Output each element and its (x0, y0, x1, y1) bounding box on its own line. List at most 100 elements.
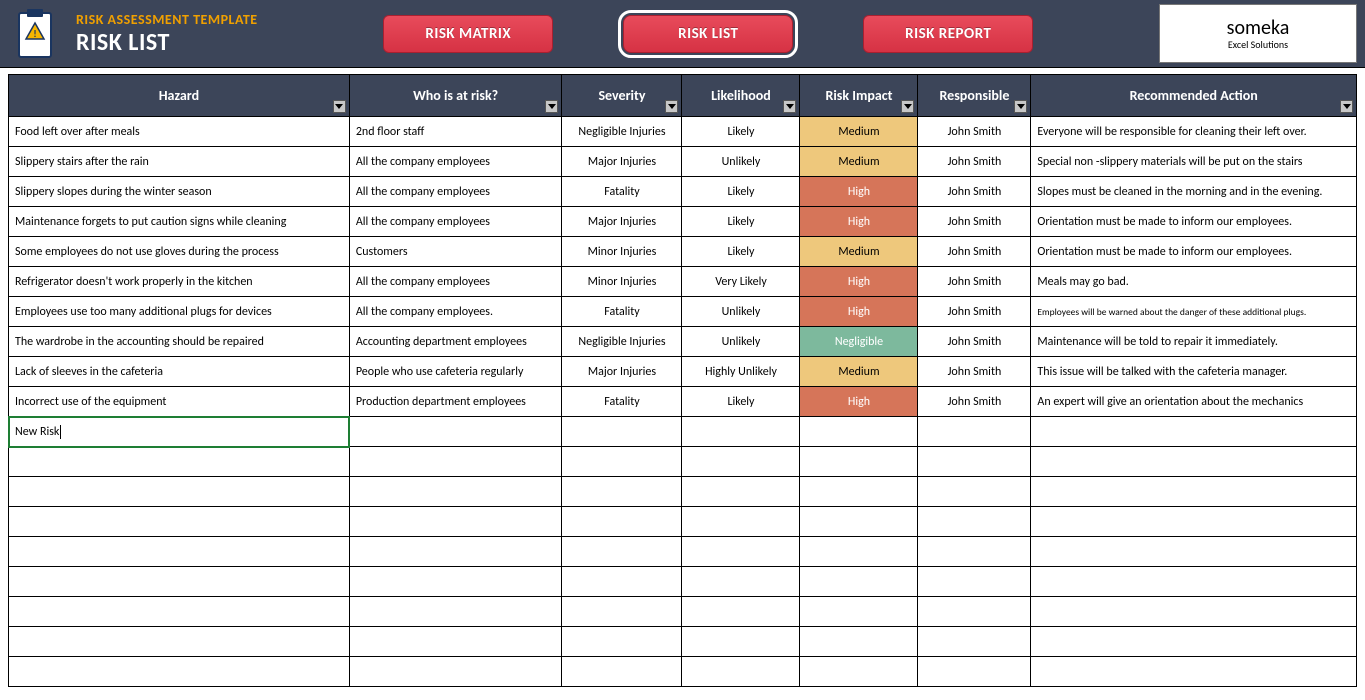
nav-risk-report-button[interactable]: RISK REPORT (863, 15, 1033, 53)
cell-severity[interactable]: Fatality (562, 177, 682, 207)
cell-impact[interactable]: Medium (800, 357, 918, 387)
cell-hazard[interactable]: Food left over after meals (9, 117, 350, 147)
cell-responsible[interactable]: John Smith (918, 237, 1031, 267)
cell-impact[interactable]: High (800, 177, 918, 207)
cell-empty[interactable] (562, 537, 682, 567)
cell-action[interactable]: An expert will give an orientation about… (1031, 387, 1357, 417)
cell-empty[interactable] (682, 507, 800, 537)
cell-empty[interactable] (349, 597, 562, 627)
cell-action[interactable]: Employees will be warned about the dange… (1031, 297, 1357, 327)
cell-empty[interactable] (562, 417, 682, 447)
cell-empty[interactable] (1031, 477, 1357, 507)
header-responsible[interactable]: Responsible (918, 75, 1031, 117)
header-severity[interactable]: Severity (562, 75, 682, 117)
cell-impact[interactable]: High (800, 207, 918, 237)
cell-severity[interactable]: Negligible Injuries (562, 327, 682, 357)
cell-empty[interactable] (1031, 507, 1357, 537)
cell-empty[interactable] (800, 447, 918, 477)
cell-likelihood[interactable]: Likely (682, 177, 800, 207)
cell-severity[interactable]: Fatality (562, 297, 682, 327)
cell-who[interactable]: Customers (349, 237, 562, 267)
cell-responsible[interactable]: John Smith (918, 147, 1031, 177)
header-who[interactable]: Who is at risk? (349, 75, 562, 117)
cell-empty[interactable] (918, 447, 1031, 477)
cell-empty[interactable] (9, 597, 350, 627)
filter-dropdown-icon[interactable] (333, 100, 346, 113)
cell-empty[interactable] (918, 657, 1031, 687)
cell-action[interactable]: Orientation must be made to inform our e… (1031, 207, 1357, 237)
cell-empty[interactable] (800, 477, 918, 507)
cell-responsible[interactable]: John Smith (918, 297, 1031, 327)
cell-action[interactable]: Everyone will be responsible for cleanin… (1031, 117, 1357, 147)
cell-likelihood[interactable]: Very Likely (682, 267, 800, 297)
cell-severity[interactable]: Major Injuries (562, 147, 682, 177)
cell-impact[interactable]: High (800, 297, 918, 327)
cell-impact[interactable]: Medium (800, 117, 918, 147)
cell-empty[interactable] (562, 507, 682, 537)
cell-hazard-editing[interactable]: New Risk (9, 417, 350, 447)
cell-likelihood[interactable]: Likely (682, 387, 800, 417)
cell-impact[interactable]: Medium (800, 237, 918, 267)
cell-hazard[interactable]: Slippery stairs after the rain (9, 147, 350, 177)
cell-empty[interactable] (349, 447, 562, 477)
cell-empty[interactable] (682, 597, 800, 627)
cell-empty[interactable] (682, 657, 800, 687)
cell-empty[interactable] (562, 627, 682, 657)
filter-dropdown-icon[interactable] (1014, 100, 1027, 113)
cell-who[interactable]: All the company employees (349, 147, 562, 177)
header-likelihood[interactable]: Likelihood (682, 75, 800, 117)
cell-empty[interactable] (1031, 447, 1357, 477)
cell-empty[interactable] (682, 447, 800, 477)
nav-risk-matrix-button[interactable]: RISK MATRIX (383, 15, 553, 53)
header-impact[interactable]: Risk Impact (800, 75, 918, 117)
cell-who[interactable]: All the company employees. (349, 297, 562, 327)
cell-likelihood[interactable]: Likely (682, 237, 800, 267)
cell-action[interactable]: Meals may go bad. (1031, 267, 1357, 297)
cell-responsible[interactable]: John Smith (918, 177, 1031, 207)
cell-responsible[interactable]: John Smith (918, 327, 1031, 357)
cell-empty[interactable] (918, 507, 1031, 537)
cell-responsible[interactable]: John Smith (918, 387, 1031, 417)
cell-severity[interactable]: Negligible Injuries (562, 117, 682, 147)
cell-empty[interactable] (9, 627, 350, 657)
cell-empty[interactable] (918, 597, 1031, 627)
cell-action[interactable]: This issue will be talked with the cafet… (1031, 357, 1357, 387)
cell-empty[interactable] (1031, 627, 1357, 657)
cell-empty[interactable] (562, 657, 682, 687)
cell-likelihood[interactable]: Unlikely (682, 297, 800, 327)
cell-empty[interactable] (562, 447, 682, 477)
cell-severity[interactable]: Fatality (562, 387, 682, 417)
cell-hazard[interactable]: Refrigerator doesn't work properly in th… (9, 267, 350, 297)
cell-empty[interactable] (1031, 657, 1357, 687)
cell-severity[interactable]: Minor Injuries (562, 267, 682, 297)
cell-empty[interactable] (800, 537, 918, 567)
cell-empty[interactable] (1031, 537, 1357, 567)
cell-empty[interactable] (800, 597, 918, 627)
cell-empty[interactable] (349, 657, 562, 687)
cell-hazard[interactable]: Some employees do not use gloves during … (9, 237, 350, 267)
cell-empty[interactable] (349, 537, 562, 567)
cell-empty[interactable] (1031, 417, 1357, 447)
cell-empty[interactable] (349, 627, 562, 657)
cell-empty[interactable] (682, 477, 800, 507)
cell-empty[interactable] (800, 627, 918, 657)
cell-likelihood[interactable]: Unlikely (682, 147, 800, 177)
cell-empty[interactable] (562, 477, 682, 507)
cell-empty[interactable] (349, 417, 562, 447)
cell-empty[interactable] (682, 627, 800, 657)
cell-hazard[interactable]: Slippery slopes during the winter season (9, 177, 350, 207)
cell-empty[interactable] (682, 537, 800, 567)
cell-empty[interactable] (800, 417, 918, 447)
cell-empty[interactable] (349, 567, 562, 597)
cell-responsible[interactable]: John Smith (918, 357, 1031, 387)
cell-responsible[interactable]: John Smith (918, 117, 1031, 147)
filter-dropdown-icon[interactable] (665, 100, 678, 113)
cell-who[interactable]: All the company employees (349, 177, 562, 207)
cell-impact[interactable]: High (800, 267, 918, 297)
cell-likelihood[interactable]: Likely (682, 117, 800, 147)
cell-who[interactable]: Production department employees (349, 387, 562, 417)
filter-dropdown-icon[interactable] (901, 100, 914, 113)
cell-responsible[interactable]: John Smith (918, 207, 1031, 237)
cell-action[interactable]: Slopes must be cleaned in the morning an… (1031, 177, 1357, 207)
cell-empty[interactable] (682, 417, 800, 447)
